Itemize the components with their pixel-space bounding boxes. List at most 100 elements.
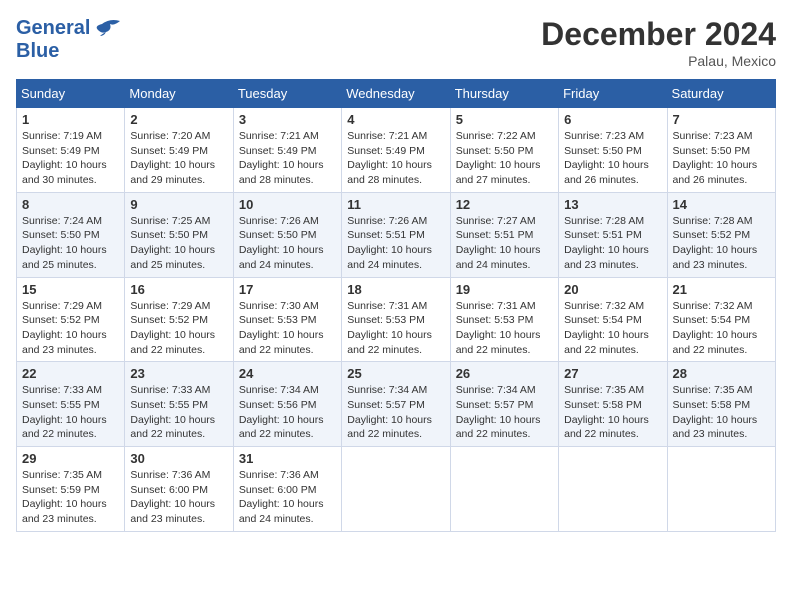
calendar-cell: 26 Sunrise: 7:34 AM Sunset: 5:57 PM Dayl… — [450, 362, 558, 447]
day-number: 5 — [456, 112, 553, 127]
day-info: Sunrise: 7:26 AM Sunset: 5:50 PM Dayligh… — [239, 214, 336, 273]
calendar-cell: 8 Sunrise: 7:24 AM Sunset: 5:50 PM Dayli… — [17, 192, 125, 277]
calendar-cell: 15 Sunrise: 7:29 AM Sunset: 5:52 PM Dayl… — [17, 277, 125, 362]
day-info: Sunrise: 7:27 AM Sunset: 5:51 PM Dayligh… — [456, 214, 553, 273]
day-number: 6 — [564, 112, 661, 127]
day-number: 3 — [239, 112, 336, 127]
day-info: Sunrise: 7:34 AM Sunset: 5:57 PM Dayligh… — [347, 383, 444, 442]
calendar-cell — [450, 447, 558, 532]
day-info: Sunrise: 7:28 AM Sunset: 5:52 PM Dayligh… — [673, 214, 770, 273]
day-info: Sunrise: 7:21 AM Sunset: 5:49 PM Dayligh… — [239, 129, 336, 188]
day-info: Sunrise: 7:32 AM Sunset: 5:54 PM Dayligh… — [564, 299, 661, 358]
calendar-week-row: 8 Sunrise: 7:24 AM Sunset: 5:50 PM Dayli… — [17, 192, 776, 277]
day-info: Sunrise: 7:26 AM Sunset: 5:51 PM Dayligh… — [347, 214, 444, 273]
header-wednesday: Wednesday — [342, 80, 450, 108]
day-info: Sunrise: 7:31 AM Sunset: 5:53 PM Dayligh… — [456, 299, 553, 358]
calendar-cell: 19 Sunrise: 7:31 AM Sunset: 5:53 PM Dayl… — [450, 277, 558, 362]
calendar-week-row: 15 Sunrise: 7:29 AM Sunset: 5:52 PM Dayl… — [17, 277, 776, 362]
day-info: Sunrise: 7:31 AM Sunset: 5:53 PM Dayligh… — [347, 299, 444, 358]
header-friday: Friday — [559, 80, 667, 108]
day-number: 2 — [130, 112, 227, 127]
day-number: 29 — [22, 451, 119, 466]
day-info: Sunrise: 7:35 AM Sunset: 5:59 PM Dayligh… — [22, 468, 119, 527]
day-info: Sunrise: 7:36 AM Sunset: 6:00 PM Dayligh… — [239, 468, 336, 527]
calendar-cell: 18 Sunrise: 7:31 AM Sunset: 5:53 PM Dayl… — [342, 277, 450, 362]
day-info: Sunrise: 7:33 AM Sunset: 5:55 PM Dayligh… — [22, 383, 119, 442]
logo: General Blue — [16, 16, 122, 62]
calendar-cell: 24 Sunrise: 7:34 AM Sunset: 5:56 PM Dayl… — [233, 362, 341, 447]
header-monday: Monday — [125, 80, 233, 108]
calendar-cell: 31 Sunrise: 7:36 AM Sunset: 6:00 PM Dayl… — [233, 447, 341, 532]
day-info: Sunrise: 7:34 AM Sunset: 5:57 PM Dayligh… — [456, 383, 553, 442]
logo-bird-icon — [92, 16, 122, 40]
day-number: 7 — [673, 112, 770, 127]
subtitle: Palau, Mexico — [541, 53, 776, 69]
calendar-cell: 27 Sunrise: 7:35 AM Sunset: 5:58 PM Dayl… — [559, 362, 667, 447]
day-info: Sunrise: 7:33 AM Sunset: 5:55 PM Dayligh… — [130, 383, 227, 442]
calendar-cell: 30 Sunrise: 7:36 AM Sunset: 6:00 PM Dayl… — [125, 447, 233, 532]
day-number: 19 — [456, 282, 553, 297]
calendar-cell: 29 Sunrise: 7:35 AM Sunset: 5:59 PM Dayl… — [17, 447, 125, 532]
day-info: Sunrise: 7:29 AM Sunset: 5:52 PM Dayligh… — [130, 299, 227, 358]
day-number: 1 — [22, 112, 119, 127]
day-info: Sunrise: 7:23 AM Sunset: 5:50 PM Dayligh… — [564, 129, 661, 188]
day-info: Sunrise: 7:24 AM Sunset: 5:50 PM Dayligh… — [22, 214, 119, 273]
calendar-cell: 9 Sunrise: 7:25 AM Sunset: 5:50 PM Dayli… — [125, 192, 233, 277]
day-number: 14 — [673, 197, 770, 212]
calendar-cell: 21 Sunrise: 7:32 AM Sunset: 5:54 PM Dayl… — [667, 277, 775, 362]
calendar-cell: 14 Sunrise: 7:28 AM Sunset: 5:52 PM Dayl… — [667, 192, 775, 277]
header-tuesday: Tuesday — [233, 80, 341, 108]
day-number: 26 — [456, 366, 553, 381]
calendar-cell: 23 Sunrise: 7:33 AM Sunset: 5:55 PM Dayl… — [125, 362, 233, 447]
calendar-cell: 22 Sunrise: 7:33 AM Sunset: 5:55 PM Dayl… — [17, 362, 125, 447]
calendar-cell: 11 Sunrise: 7:26 AM Sunset: 5:51 PM Dayl… — [342, 192, 450, 277]
day-info: Sunrise: 7:19 AM Sunset: 5:49 PM Dayligh… — [22, 129, 119, 188]
day-number: 27 — [564, 366, 661, 381]
calendar-cell — [342, 447, 450, 532]
calendar-table: Sunday Monday Tuesday Wednesday Thursday… — [16, 79, 776, 532]
day-info: Sunrise: 7:32 AM Sunset: 5:54 PM Dayligh… — [673, 299, 770, 358]
calendar-cell: 4 Sunrise: 7:21 AM Sunset: 5:49 PM Dayli… — [342, 108, 450, 193]
page-header: General Blue December 2024 Palau, Mexico — [16, 16, 776, 69]
calendar-cell: 10 Sunrise: 7:26 AM Sunset: 5:50 PM Dayl… — [233, 192, 341, 277]
day-number: 20 — [564, 282, 661, 297]
day-info: Sunrise: 7:20 AM Sunset: 5:49 PM Dayligh… — [130, 129, 227, 188]
main-title: December 2024 — [541, 16, 776, 53]
calendar-cell — [667, 447, 775, 532]
day-number: 31 — [239, 451, 336, 466]
day-number: 24 — [239, 366, 336, 381]
day-info: Sunrise: 7:35 AM Sunset: 5:58 PM Dayligh… — [673, 383, 770, 442]
day-number: 28 — [673, 366, 770, 381]
day-number: 9 — [130, 197, 227, 212]
calendar-cell: 7 Sunrise: 7:23 AM Sunset: 5:50 PM Dayli… — [667, 108, 775, 193]
calendar-cell: 5 Sunrise: 7:22 AM Sunset: 5:50 PM Dayli… — [450, 108, 558, 193]
calendar-cell: 25 Sunrise: 7:34 AM Sunset: 5:57 PM Dayl… — [342, 362, 450, 447]
day-info: Sunrise: 7:30 AM Sunset: 5:53 PM Dayligh… — [239, 299, 336, 358]
day-number: 21 — [673, 282, 770, 297]
day-info: Sunrise: 7:25 AM Sunset: 5:50 PM Dayligh… — [130, 214, 227, 273]
calendar-cell: 28 Sunrise: 7:35 AM Sunset: 5:58 PM Dayl… — [667, 362, 775, 447]
day-info: Sunrise: 7:35 AM Sunset: 5:58 PM Dayligh… — [564, 383, 661, 442]
calendar-cell: 12 Sunrise: 7:27 AM Sunset: 5:51 PM Dayl… — [450, 192, 558, 277]
calendar-cell: 1 Sunrise: 7:19 AM Sunset: 5:49 PM Dayli… — [17, 108, 125, 193]
calendar-cell: 17 Sunrise: 7:30 AM Sunset: 5:53 PM Dayl… — [233, 277, 341, 362]
calendar-cell: 20 Sunrise: 7:32 AM Sunset: 5:54 PM Dayl… — [559, 277, 667, 362]
calendar-header-row: Sunday Monday Tuesday Wednesday Thursday… — [17, 80, 776, 108]
logo-line2: Blue — [16, 40, 122, 62]
header-sunday: Sunday — [17, 80, 125, 108]
day-number: 23 — [130, 366, 227, 381]
day-number: 10 — [239, 197, 336, 212]
day-info: Sunrise: 7:29 AM Sunset: 5:52 PM Dayligh… — [22, 299, 119, 358]
day-number: 18 — [347, 282, 444, 297]
day-number: 30 — [130, 451, 227, 466]
day-number: 12 — [456, 197, 553, 212]
header-saturday: Saturday — [667, 80, 775, 108]
day-info: Sunrise: 7:22 AM Sunset: 5:50 PM Dayligh… — [456, 129, 553, 188]
calendar-cell: 6 Sunrise: 7:23 AM Sunset: 5:50 PM Dayli… — [559, 108, 667, 193]
day-number: 17 — [239, 282, 336, 297]
calendar-cell — [559, 447, 667, 532]
day-number: 16 — [130, 282, 227, 297]
day-number: 22 — [22, 366, 119, 381]
day-info: Sunrise: 7:36 AM Sunset: 6:00 PM Dayligh… — [130, 468, 227, 527]
calendar-week-row: 1 Sunrise: 7:19 AM Sunset: 5:49 PM Dayli… — [17, 108, 776, 193]
